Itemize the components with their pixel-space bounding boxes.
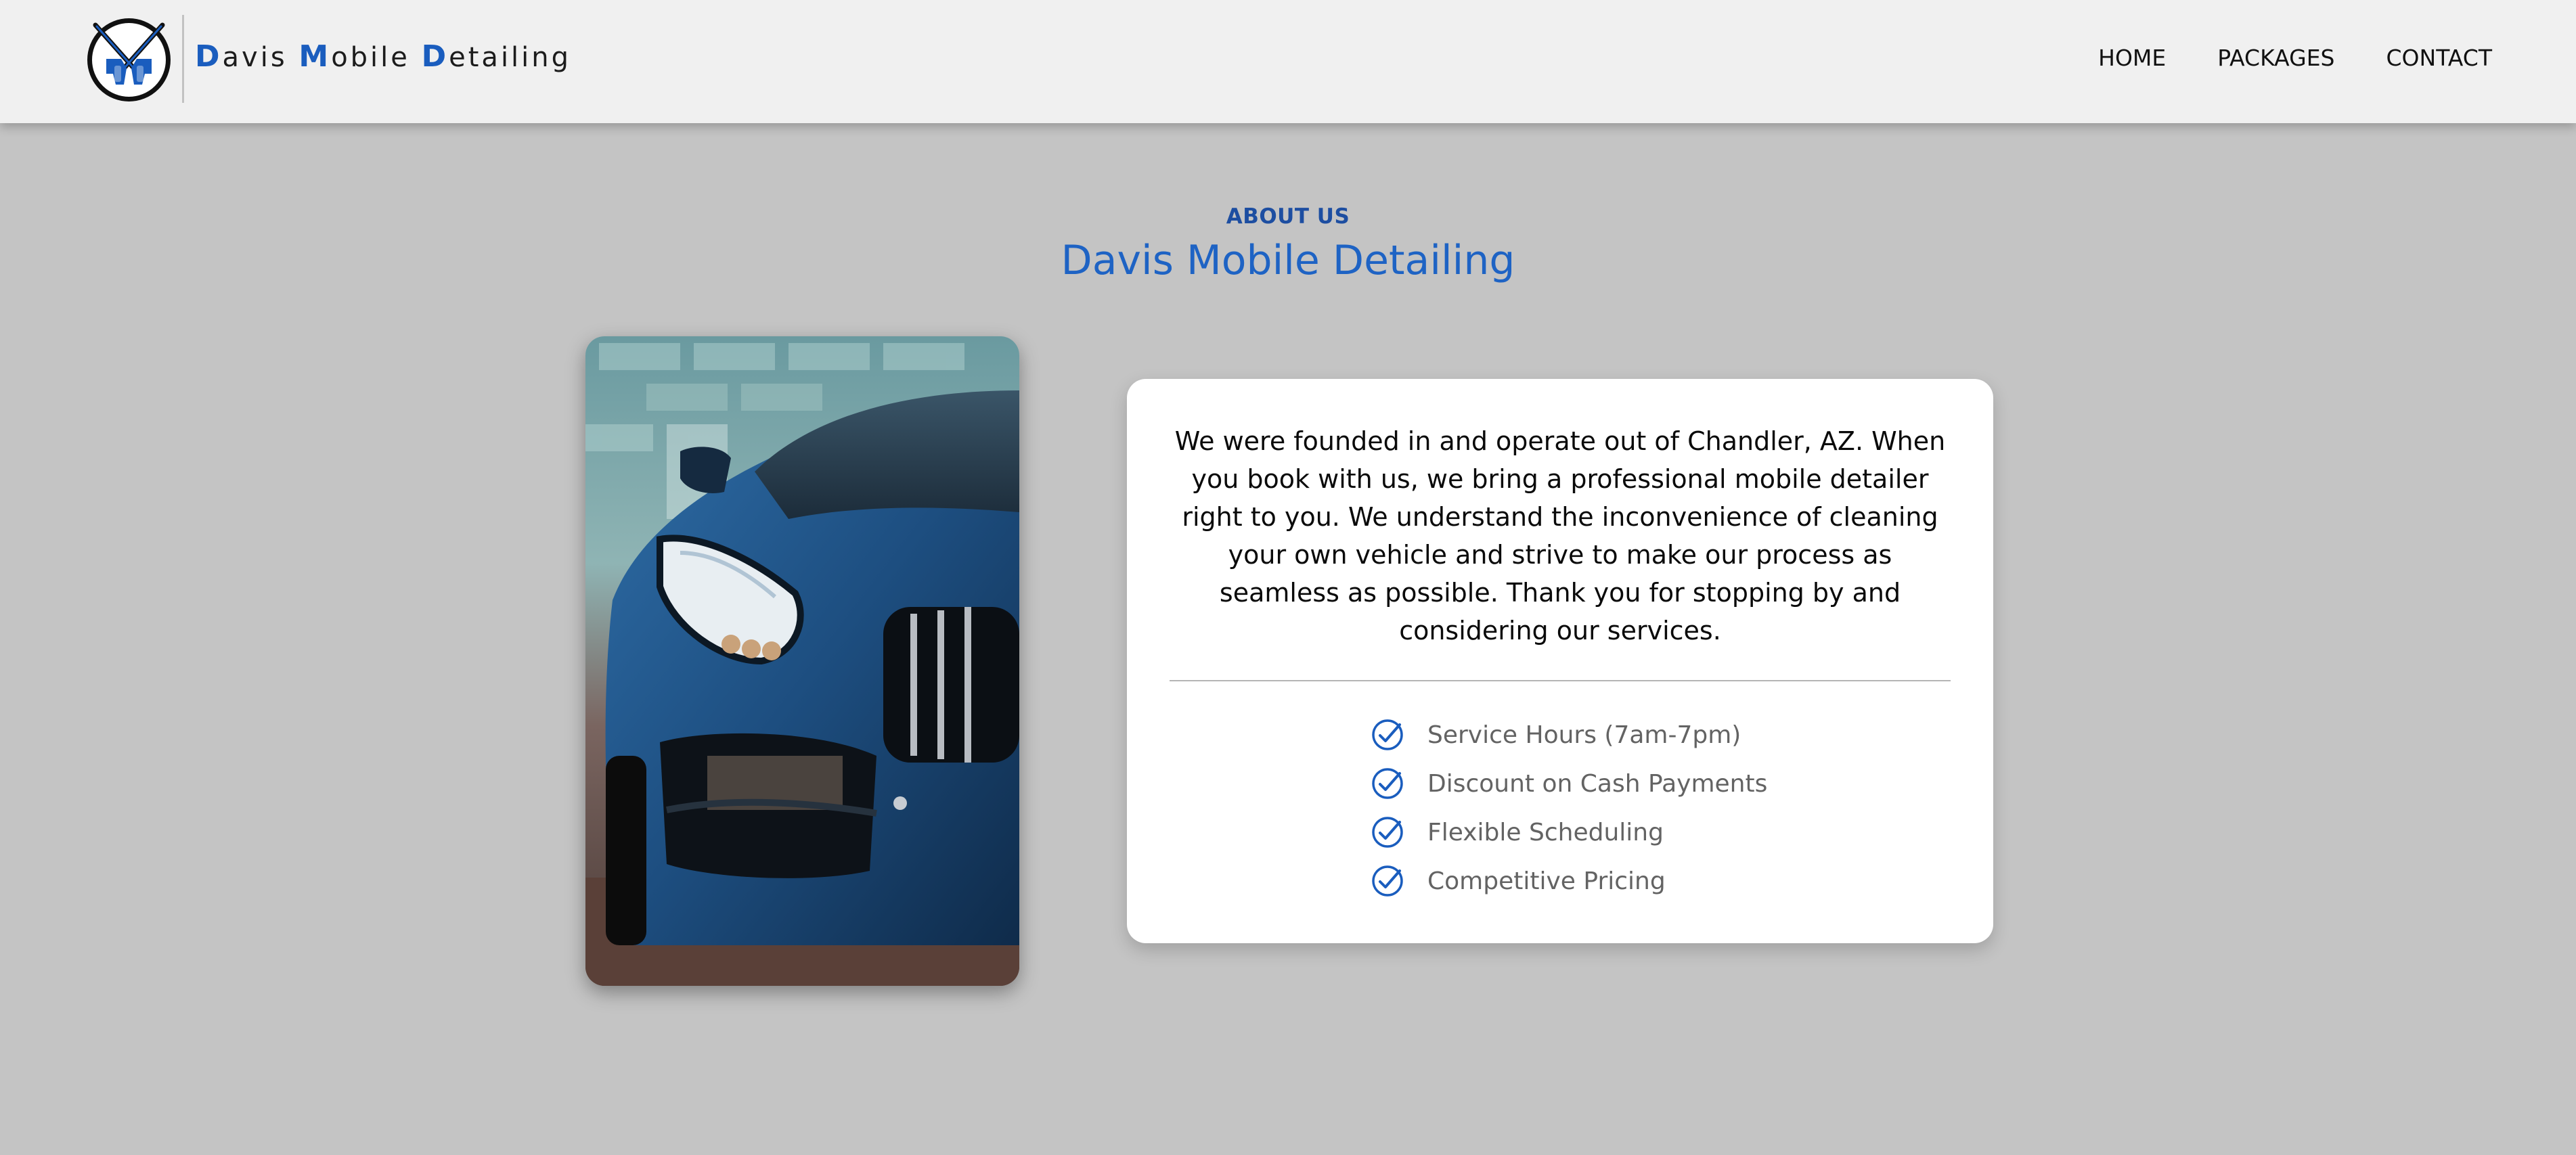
feature-item: Service Hours (7am-7pm) bbox=[1371, 710, 1767, 759]
logo-divider bbox=[182, 15, 184, 103]
brand-letter: M bbox=[298, 39, 332, 74]
about-card: We were founded in and operate out of Ch… bbox=[1127, 379, 1993, 943]
brand-letter: D bbox=[195, 39, 223, 74]
feature-list: Service Hours (7am-7pm) Discount on Cash… bbox=[1371, 710, 1767, 905]
brand-word: etailing bbox=[449, 42, 572, 73]
about-description: We were founded in and operate out of Ch… bbox=[1174, 426, 1946, 646]
logo-icon[interactable] bbox=[86, 17, 172, 103]
feature-item: Competitive Pricing bbox=[1371, 857, 1767, 905]
nav-packages-link[interactable]: PACKAGES bbox=[2217, 45, 2334, 71]
car-photo bbox=[585, 336, 1019, 986]
card-divider bbox=[1170, 680, 1951, 681]
check-circle-icon bbox=[1372, 817, 1403, 848]
brand-name[interactable]: Davis Mobile Detailing bbox=[195, 39, 571, 74]
main-nav: HOME PACKAGES CONTACT bbox=[2098, 45, 2492, 71]
brand-word: avis bbox=[222, 42, 299, 73]
feature-label: Competitive Pricing bbox=[1427, 867, 1666, 895]
site-header: Davis Mobile Detailing HOME PACKAGES CON… bbox=[0, 0, 2576, 123]
check-circle-icon bbox=[1372, 719, 1403, 750]
feature-label: Service Hours (7am-7pm) bbox=[1427, 721, 1741, 749]
feature-label: Flexible Scheduling bbox=[1427, 818, 1664, 846]
nav-contact-link[interactable]: CONTACT bbox=[2386, 45, 2493, 71]
check-circle-icon bbox=[1372, 768, 1403, 799]
nav-home-link[interactable]: HOME bbox=[2098, 45, 2166, 71]
check-circle-icon bbox=[1372, 865, 1403, 897]
feature-item: Flexible Scheduling bbox=[1371, 808, 1767, 857]
section-eyebrow: ABOUT US bbox=[1226, 204, 1350, 229]
brand-letter: D bbox=[421, 39, 449, 74]
feature-label: Discount on Cash Payments bbox=[1427, 769, 1768, 798]
section-title: Davis Mobile Detailing bbox=[1061, 237, 1515, 284]
feature-item: Discount on Cash Payments bbox=[1371, 759, 1767, 808]
brand-word: obile bbox=[331, 42, 422, 73]
